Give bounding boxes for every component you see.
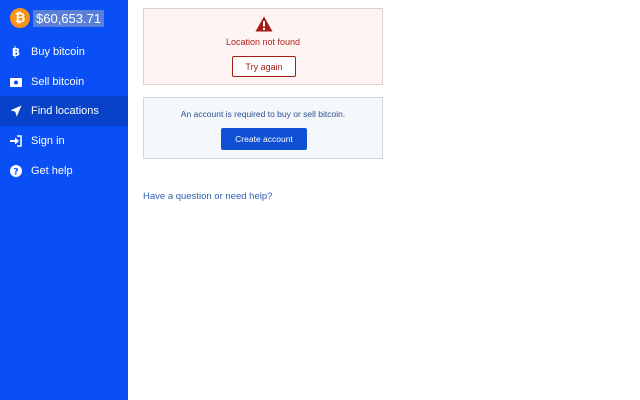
price-ticker: ₿ $60,653.71 xyxy=(10,8,105,28)
bitcoin-icon: B xyxy=(10,46,22,58)
create-account-button[interactable]: Create account xyxy=(221,128,307,150)
sidebar: ₿ $60,653.71 B Buy bitcoin Sell bitcoin … xyxy=(0,0,128,400)
sidebar-item-buy-bitcoin[interactable]: B Buy bitcoin xyxy=(0,37,128,67)
sidebar-item-get-help[interactable]: ? Get help xyxy=(0,156,128,186)
account-required-card: An account is required to buy or sell bi… xyxy=(143,97,383,159)
help-link[interactable]: Have a question or need help? xyxy=(143,191,272,202)
sidebar-item-label: Get help xyxy=(31,165,73,177)
warning-icon xyxy=(255,16,273,37)
bitcoin-logo-icon: ₿ xyxy=(10,8,30,28)
error-message: Location not found xyxy=(225,37,301,47)
location-arrow-icon xyxy=(10,105,22,117)
sidebar-item-sell-bitcoin[interactable]: Sell bitcoin xyxy=(0,67,128,97)
sidebar-item-find-locations[interactable]: Find locations xyxy=(0,96,128,126)
sign-in-icon xyxy=(10,135,22,147)
svg-text:B: B xyxy=(12,46,20,58)
question-circle-icon: ? xyxy=(10,165,22,177)
sidebar-item-label: Find locations xyxy=(31,105,99,117)
sidebar-item-label: Buy bitcoin xyxy=(31,46,85,58)
sidebar-item-label: Sign in xyxy=(31,135,65,147)
location-error-card: Location not found Try again xyxy=(143,8,383,85)
account-required-message: An account is required to buy or sell bi… xyxy=(180,109,346,119)
sidebar-item-sign-in[interactable]: Sign in xyxy=(0,126,128,156)
try-again-button[interactable]: Try again xyxy=(232,56,296,77)
cash-icon xyxy=(10,76,22,88)
bitcoin-price: $60,653.71 xyxy=(33,9,105,27)
svg-text:?: ? xyxy=(13,168,18,178)
sidebar-item-label: Sell bitcoin xyxy=(31,76,85,88)
